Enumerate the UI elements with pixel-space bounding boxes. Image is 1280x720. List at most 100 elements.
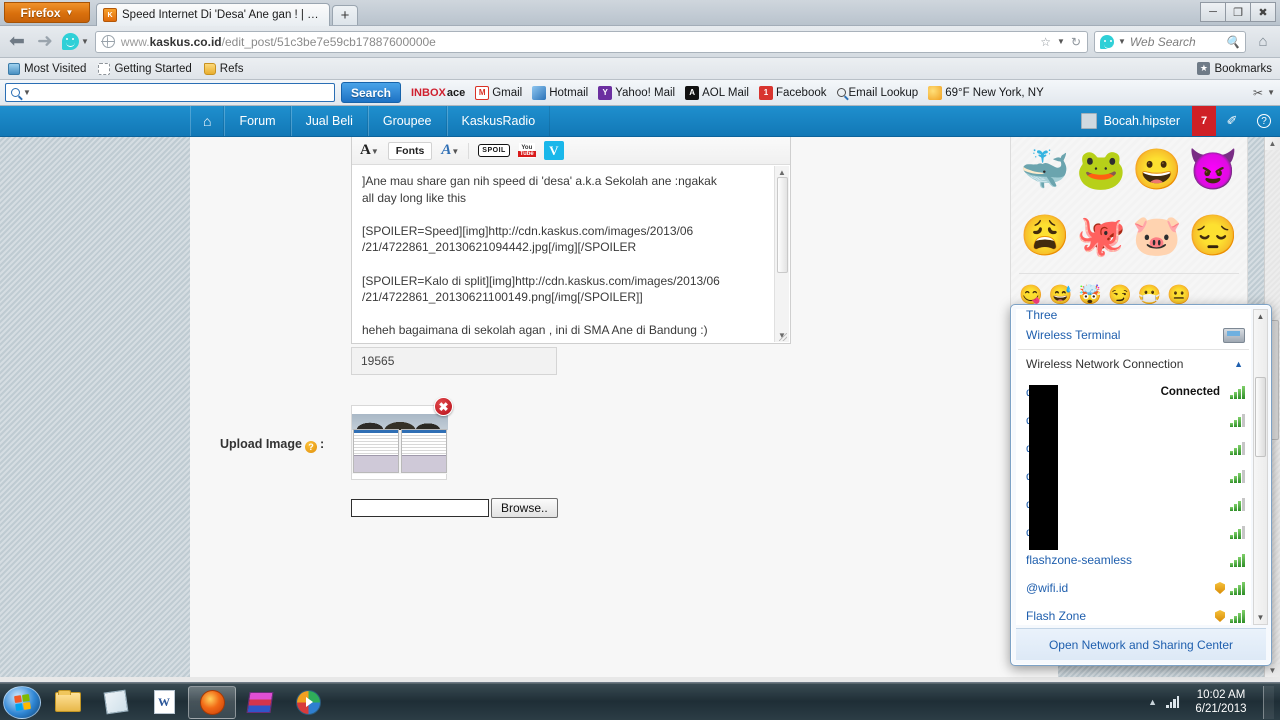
taskbar-books[interactable] (236, 686, 284, 719)
taskbar-notepad[interactable] (92, 686, 140, 719)
scroll-down-icon[interactable]: ▼ (1257, 613, 1265, 622)
help-tooltip-icon[interactable]: ? (304, 441, 317, 453)
forward-icon[interactable]: ➜ (34, 30, 56, 53)
notification-badge[interactable]: 7 (1192, 106, 1216, 136)
uploaded-image-thumbnail[interactable]: ✖ (351, 397, 453, 480)
star-icon: ★ (1197, 62, 1211, 75)
network-row[interactable]: flashzone-seamless (1016, 546, 1251, 574)
fonts-button[interactable]: Fonts (387, 141, 433, 160)
thumbnail-pane (353, 429, 399, 473)
scroll-up-icon[interactable]: ▲ (1269, 137, 1277, 150)
emoticon-pig[interactable]: 🐷 (1132, 216, 1182, 256)
bookmark-getting-started[interactable]: Getting Started (98, 62, 192, 75)
emoticon-frog[interactable]: 🐸 (1076, 150, 1126, 190)
toolbar-item-facebook[interactable]: 1 Facebook (758, 85, 827, 100)
bookmark-refs[interactable]: Refs (203, 62, 243, 75)
emoticon-small-3[interactable]: 🤯 (1078, 286, 1102, 305)
network-signal-icon[interactable] (1166, 696, 1179, 708)
reload-icon[interactable]: ↻ (1071, 35, 1081, 49)
compose-button[interactable]: ✐ (1216, 106, 1248, 136)
file-path-input[interactable] (351, 499, 489, 517)
nav-groupee[interactable]: Groupee (367, 106, 447, 136)
emoticon-small-6[interactable]: 😐 (1167, 286, 1191, 305)
open-network-sharing-center-link[interactable]: Open Network and Sharing Center (1016, 628, 1266, 660)
search-bar[interactable]: ▼ Web Search 🔍 (1094, 30, 1246, 53)
chevron-down-icon[interactable]: ▼ (1057, 37, 1065, 46)
emoticon-small-2[interactable]: 😅 (1049, 286, 1073, 305)
network-row[interactable]: Flash Zone (1016, 602, 1251, 625)
scroll-up-icon[interactable]: ▲ (778, 168, 786, 177)
toolbar-item-weather[interactable]: 69°F New York, NY (928, 85, 1044, 100)
toolbar-item-gmail[interactable]: M Gmail (475, 85, 522, 100)
font-color-button[interactable]: A▼ (360, 142, 379, 159)
browse-button[interactable]: Browse.. (491, 498, 558, 518)
emoticon-purple-devil[interactable]: 😈 (1188, 150, 1238, 190)
wireless-connection-header[interactable]: Wireless Network Connection ▲ (1016, 350, 1251, 378)
youtube-button[interactable]: You Tube (517, 143, 536, 158)
back-icon[interactable]: ⬅ (6, 30, 28, 53)
textarea-resize-handle[interactable] (779, 333, 787, 341)
emoticon-yellow-sad[interactable]: 😔 (1188, 216, 1238, 256)
inboxace-search-input[interactable]: ▼ (5, 83, 335, 102)
emoticon-blue-smile[interactable]: 😀 (1132, 150, 1182, 190)
inboxace-menu-button[interactable]: ▼ (62, 33, 89, 50)
scrollbar-thumb[interactable] (1255, 377, 1266, 457)
inboxace-options-button[interactable]: ✂ ▼ (1253, 86, 1275, 100)
bookmark-star-icon[interactable]: ☆ (1040, 35, 1051, 49)
nav-jual-beli[interactable]: Jual Beli (290, 106, 368, 136)
taskbar-clock[interactable]: 10:02 AM 6/21/2013 (1188, 688, 1254, 716)
address-bar[interactable]: www.kaskus.co.id/edit_post/51c3be7e59cb1… (94, 30, 1088, 53)
minimize-button[interactable]: ─ (1200, 2, 1226, 22)
toolbar-item-yahoo-mail[interactable]: Y Yahoo! Mail (598, 85, 675, 100)
editor-scrollbar[interactable]: ▲ ▼ (774, 166, 789, 342)
font-style-button[interactable]: A▼ (441, 142, 459, 159)
browser-tab[interactable]: K Speed Internet Di 'Desa' Ane gan ! | K… (96, 3, 330, 26)
firefox-menu-button[interactable]: Firefox ▼ (4, 2, 90, 23)
taskbar-firefox[interactable] (188, 685, 236, 719)
editor-toolbar: A▼ Fonts A▼ SPOIL You Tube V (352, 137, 790, 165)
show-hidden-icons-button[interactable]: ▲ (1148, 697, 1157, 707)
taskbar-windows-explorer[interactable] (44, 686, 92, 719)
user-menu[interactable]: Bocah.hipster (1069, 106, 1192, 136)
nav-kaskusradio[interactable]: KaskusRadio (446, 106, 551, 136)
search-icon[interactable]: 🔍 (1225, 35, 1240, 49)
emoticon-octopus[interactable]: 🐙 (1076, 216, 1126, 256)
home-icon[interactable]: ⌂ (1252, 33, 1274, 50)
nav-home[interactable]: ⌂ (190, 106, 225, 136)
emoticon-whale[interactable]: 🐳 (1020, 150, 1070, 190)
toolbar-item-email-lookup[interactable]: Email Lookup (836, 87, 918, 99)
nav-forum[interactable]: Forum (224, 106, 291, 136)
emoticon-small-1[interactable]: 😋 (1019, 286, 1043, 305)
start-button[interactable] (3, 685, 41, 719)
chevron-up-icon[interactable]: ▲ (1234, 359, 1243, 369)
inboxace-search-button[interactable]: Search (341, 82, 401, 103)
taskbar-download-manager[interactable] (284, 686, 332, 719)
wireless-terminal-item[interactable]: Wireless Terminal (1016, 321, 1251, 349)
emoticon-small-5[interactable]: 😷 (1138, 286, 1162, 305)
restore-button[interactable]: ❐ (1225, 2, 1251, 22)
remove-image-button[interactable]: ✖ (434, 397, 453, 416)
toolbar-item-hotmail[interactable]: Hotmail (532, 85, 588, 100)
emoticon-orange-cry[interactable]: 😩 (1020, 216, 1070, 256)
taskbar-word[interactable]: W (140, 686, 188, 719)
scroll-down-icon[interactable]: ▼ (1269, 664, 1277, 677)
show-desktop-button[interactable] (1263, 685, 1274, 719)
scrollbar-thumb[interactable] (776, 177, 788, 273)
toolbar-item-aol-mail[interactable]: A AOL Mail (685, 85, 749, 100)
help-button[interactable]: ? (1248, 106, 1280, 136)
bookmark-most-visited[interactable]: Most Visited (8, 62, 86, 75)
signal-bars-icon (1230, 609, 1245, 623)
spoiler-button[interactable]: SPOIL (478, 144, 510, 157)
wireless-list-scrollbar[interactable]: ▲ ▼ (1253, 309, 1268, 625)
most-visited-icon (8, 62, 20, 75)
emoticon-small-4[interactable]: 😏 (1108, 286, 1132, 305)
tab-title: Speed Internet Di 'Desa' Ane gan ! | Kas… (122, 9, 323, 21)
network-row[interactable]: @wifi.id (1016, 574, 1251, 602)
scroll-up-icon[interactable]: ▲ (1257, 312, 1265, 321)
new-tab-button[interactable]: + (332, 5, 358, 25)
vimeo-button[interactable]: V (543, 141, 564, 160)
wireless-item-partial[interactable]: Three (1016, 309, 1251, 321)
close-button[interactable]: ✖ (1250, 2, 1276, 22)
bookmarks-menu-button[interactable]: ★ Bookmarks (1197, 62, 1272, 75)
post-body-textarea[interactable]: ]Ane mau share gan nih speed di 'desa' a… (352, 165, 790, 343)
